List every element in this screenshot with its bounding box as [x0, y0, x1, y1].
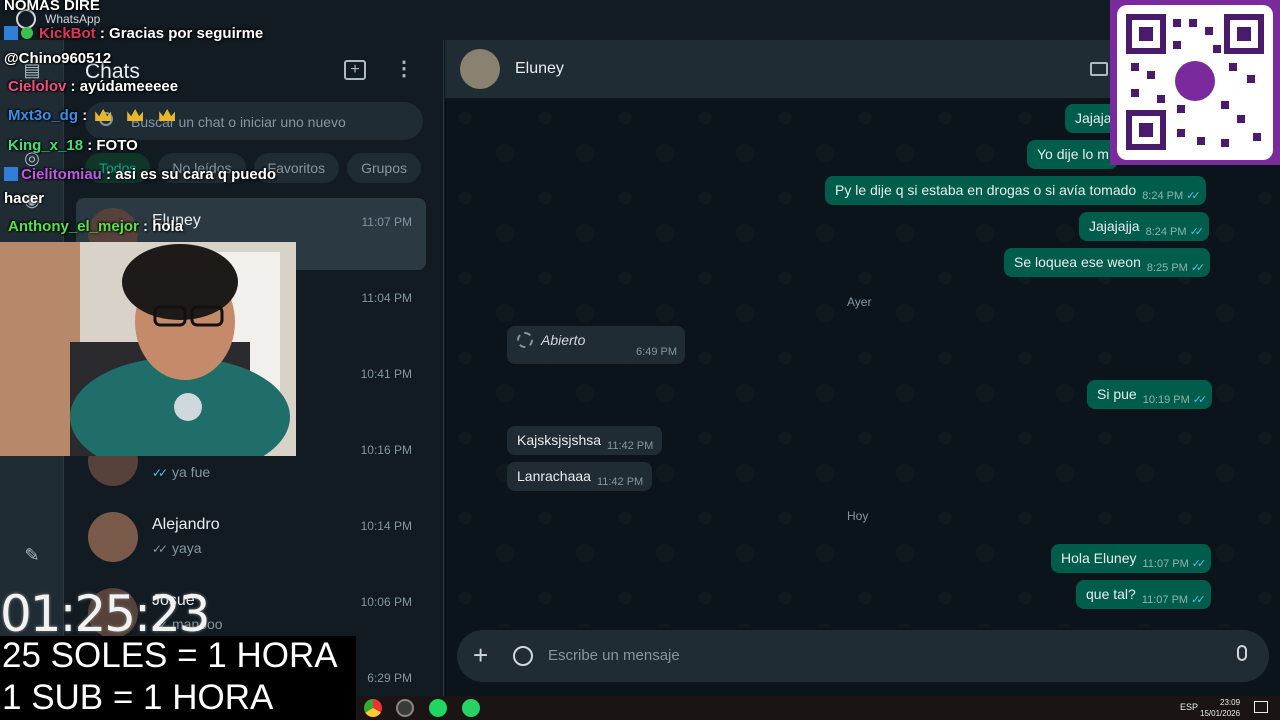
- read-ticks-icon: ✓✓: [1192, 394, 1208, 406]
- attach-icon[interactable]: +: [473, 642, 488, 668]
- badge-icon: [4, 26, 18, 40]
- chat-preview: ✓✓ yaya: [152, 540, 202, 556]
- chat-item-alejandro[interactable]: Alejandro ✓✓ yaya 10:14 PM: [76, 502, 426, 574]
- read-ticks-icon: ✓✓: [1186, 190, 1201, 202]
- read-ticks-icon: ✓✓: [1189, 226, 1205, 238]
- yape-qr-code: [1110, 0, 1280, 165]
- message-incoming: Kajsksjsjshsa 11:42 PM: [507, 426, 663, 455]
- chat-time: 10:16 PM: [360, 443, 412, 457]
- mic-icon[interactable]: [1237, 645, 1247, 661]
- date-separator: Ayer: [835, 290, 884, 314]
- message-outgoing: Hola Eluney 11:07 PM ✓✓: [1051, 544, 1212, 573]
- chat-name: Alejandro: [152, 516, 220, 533]
- verified-icon: [21, 27, 33, 39]
- chat-preview: ✓✓ ya fue: [152, 464, 211, 480]
- crown-icon: [159, 109, 176, 121]
- delivered-ticks-icon: ✓✓: [152, 542, 168, 556]
- read-ticks-icon: ✓✓: [1191, 594, 1206, 606]
- stream-chat-line: Mxt3o_dg :: [8, 107, 183, 124]
- stream-chat-line: Cielitomiau : asi es su cara q puedo: [4, 166, 276, 183]
- message-outgoing: Si pue 10:19 PM ✓✓: [1087, 380, 1213, 409]
- message-view-once[interactable]: Abierto 6:49 PM: [507, 326, 685, 364]
- stream-chat-line: KickBot : Gracias por seguirme: [4, 25, 263, 42]
- window-title: WhatsApp: [45, 12, 101, 26]
- promo-line: 25 SOLES = 1 HORA: [2, 636, 338, 675]
- read-ticks-icon: ✓✓: [1190, 262, 1206, 274]
- read-ticks-icon: ✓✓: [152, 466, 168, 480]
- taskbar-clock[interactable]: 23:09 15/01/2026: [1200, 697, 1240, 719]
- contact-name[interactable]: Eluney: [515, 60, 564, 78]
- chat-time: 6:29 PM: [367, 671, 412, 685]
- new-chat-icon[interactable]: +: [344, 60, 366, 80]
- edit-icon[interactable]: ✎: [22, 545, 42, 565]
- stream-timer: 01:25:23: [0, 585, 211, 643]
- message-outgoing: Se loquea ese weon 8:25 PM ✓✓: [1004, 248, 1211, 277]
- message-incoming: Lanrachaaa 11:42 PM: [507, 462, 653, 491]
- promo-line: 1 SUB = 1 HORA: [2, 678, 274, 717]
- stream-chat-line: King_x_18 : FOTO: [8, 137, 138, 154]
- qr-code-icon: [1126, 14, 1264, 150]
- badge-icon: [4, 167, 18, 181]
- promo-banner: 25 SOLES = 1 HORA 1 SUB = 1 HORA: [0, 636, 356, 720]
- stream-chat-line: Cielolov : ayúdameeeee: [8, 78, 179, 95]
- view-once-icon: [517, 332, 533, 348]
- message-outgoing: Py le dije q si estaba en drogas o si av…: [825, 176, 1206, 205]
- contact-avatar[interactable]: [460, 49, 500, 89]
- menu-icon[interactable]: ⋮: [394, 58, 414, 80]
- notification-icon[interactable]: [1254, 701, 1268, 713]
- chrome-icon[interactable]: [364, 699, 382, 717]
- message-input[interactable]: Escribe un mensaje: [548, 647, 680, 664]
- stream-chat-line: @Chino960512: [4, 50, 112, 67]
- message-outgoing: Jajajajja 8:24 PM ✓✓: [1079, 212, 1209, 241]
- filter-grupos[interactable]: Grupos: [347, 153, 422, 183]
- video-call-icon[interactable]: [1090, 62, 1108, 76]
- chat-time: 10:41 PM: [360, 367, 412, 381]
- chat-time: 10:14 PM: [360, 519, 412, 533]
- stream-chat-line: hacer: [4, 190, 45, 207]
- date-separator: Hoy: [835, 504, 881, 528]
- avatar: [88, 512, 138, 562]
- crown-icon: [127, 109, 144, 121]
- chat-time: 11:04 PM: [361, 291, 412, 305]
- message-outgoing: Yo dije lo m: [1027, 140, 1118, 169]
- read-ticks-icon: ✓✓: [1191, 558, 1207, 570]
- sticker-icon[interactable]: [513, 646, 533, 666]
- whatsapp-icon[interactable]: [462, 699, 480, 717]
- chat-time: 10:06 PM: [360, 595, 412, 609]
- spotify-icon[interactable]: [429, 699, 447, 717]
- chat-time: 11:07 PM: [361, 215, 412, 229]
- message-outgoing: que tal? 11:07 PM ✓✓: [1076, 580, 1211, 609]
- webcam-feed: [0, 242, 296, 456]
- message-composer[interactable]: + Escribe un mensaje: [457, 630, 1269, 682]
- obs-icon[interactable]: [396, 699, 414, 717]
- crown-icon: [95, 109, 112, 121]
- stream-chat-line: NOMAS DIRE: [4, 0, 100, 14]
- tray-language[interactable]: ESP: [1180, 702, 1198, 712]
- stream-chat-line: Anthony_el_mejor : hola: [8, 218, 184, 235]
